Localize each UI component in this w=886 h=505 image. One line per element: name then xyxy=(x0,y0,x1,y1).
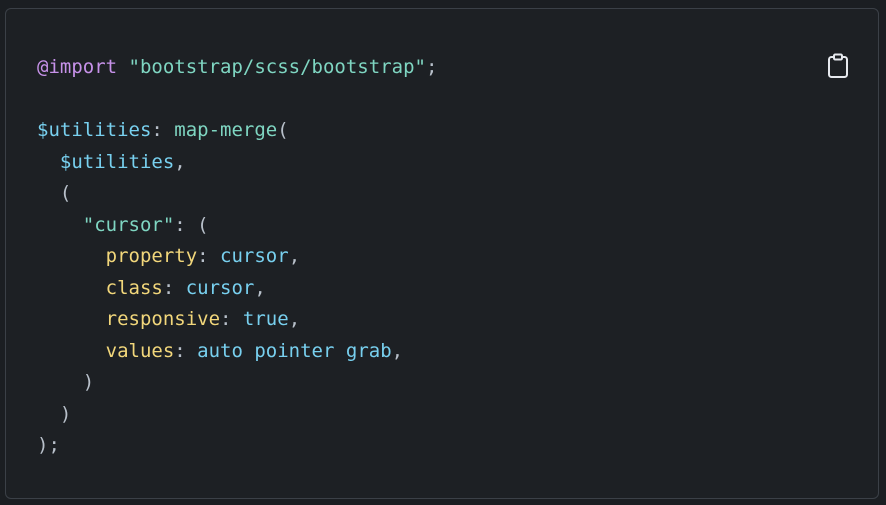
code-token: ) xyxy=(37,371,95,393)
code-block: @import "bootstrap/scss/bootstrap"; $uti… xyxy=(5,8,879,499)
code-line: property: cursor, xyxy=(37,241,437,273)
code-token: : ( xyxy=(174,213,209,236)
code-token: , xyxy=(254,276,266,299)
code-token: : xyxy=(197,245,221,267)
code-token: ( xyxy=(37,182,72,204)
code-token: : xyxy=(174,339,198,362)
code-token: "bootstrap/scss/bootstrap" xyxy=(128,56,426,78)
code-token: @import xyxy=(37,56,118,78)
code-line: ) xyxy=(37,367,437,399)
code-token: $utilities xyxy=(37,119,152,141)
clipboard-icon xyxy=(828,53,848,78)
code-token: : xyxy=(162,276,186,299)
code-line: @import "bootstrap/scss/bootstrap"; xyxy=(37,52,437,84)
copy-button[interactable] xyxy=(825,52,851,80)
code-token: ) xyxy=(37,402,72,425)
code-token: ; xyxy=(425,56,438,78)
code-line: $utilities, xyxy=(37,147,437,179)
code-token: map-merge xyxy=(174,119,278,141)
code-content: @import "bootstrap/scss/bootstrap"; $uti… xyxy=(37,52,437,462)
code-token: ); xyxy=(37,434,60,456)
code-token: true xyxy=(242,308,289,330)
code-token: values xyxy=(105,339,175,362)
code-line: class: cursor, xyxy=(37,273,437,305)
code-token: cursor xyxy=(220,245,289,267)
code-line: values: auto pointer grab, xyxy=(37,336,437,368)
code-token: property xyxy=(105,245,198,267)
code-token: : xyxy=(220,308,243,330)
code-token: class xyxy=(105,276,163,299)
code-line: "cursor": ( xyxy=(37,210,437,242)
code-token: : xyxy=(151,119,175,141)
code-token: cursor xyxy=(185,276,255,299)
code-token: , xyxy=(391,339,404,362)
code-line: $utilities: map-merge( xyxy=(37,115,437,147)
code-token: , xyxy=(288,245,301,267)
code-line: ); xyxy=(37,430,437,462)
code-token: , xyxy=(288,308,301,330)
code-line: responsive: true, xyxy=(37,304,437,336)
code-token: $utilities xyxy=(59,150,175,173)
code-token: auto pointer grab xyxy=(197,339,392,362)
code-line: ) xyxy=(37,399,437,431)
code-token: ( xyxy=(277,119,289,141)
code-line: ( xyxy=(37,178,437,210)
code-token: , xyxy=(174,150,186,173)
code-token: "cursor" xyxy=(82,213,175,236)
code-token: responsive xyxy=(105,308,221,330)
